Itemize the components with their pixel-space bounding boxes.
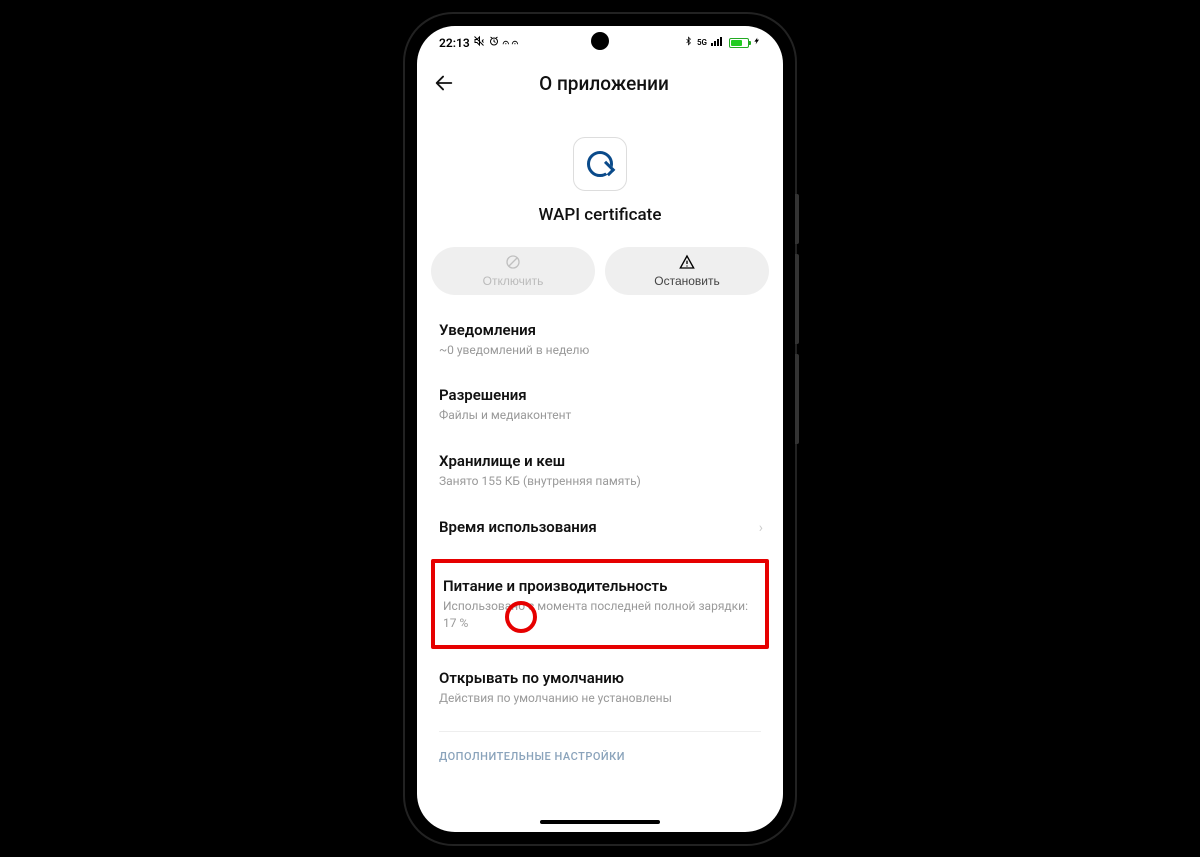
bars-icon [711,36,725,49]
item-title: Разрешения [439,386,761,404]
side-button [795,194,799,244]
item-storage[interactable]: Хранилище и кеш Занято 155 КБ (внутрення… [431,438,769,504]
status-right: 5G [684,35,761,50]
item-sub: Занято 155 КБ (внутренняя память) [439,473,761,490]
item-title: Хранилище и кеш [439,452,761,470]
stop-button[interactable]: Остановить [605,247,769,295]
disable-icon [505,254,521,273]
item-sub: Файлы и медиаконтент [439,407,761,424]
item-sub: ~0 уведомлений в неделю [439,342,761,359]
item-title: Время использования [439,518,761,536]
app-icon [573,137,627,191]
item-screen-time[interactable]: Время использования › [431,504,769,553]
warning-icon [679,254,695,273]
status-time: 22:13 [439,36,470,50]
header: О приложении [417,60,783,113]
vv-icon: 𝄐 [503,36,509,50]
action-row: Отключить Остановить [417,239,783,307]
stop-label: Остановить [654,274,720,288]
mute-icon [473,35,485,50]
item-open-by-default[interactable]: Открывать по умолчанию Действия по умолч… [431,655,769,721]
bt-icon [684,35,693,50]
item-sub: Действия по умолчанию не установлены [439,690,761,707]
annotation-highlight-box: Питание и производительность Использован… [431,559,769,650]
alarm-icon [488,35,500,50]
item-battery-performance[interactable]: Питание и производительность Использован… [435,563,765,646]
item-title: Уведомления [439,321,761,339]
signal-icon: 5G [697,38,707,47]
page-title: О приложении [483,72,725,95]
battery-icon [729,38,749,48]
side-button [795,254,799,344]
bolt-icon [753,35,761,50]
vv2-icon: 𝄐 [512,36,518,50]
side-button [795,354,799,444]
item-permissions[interactable]: Разрешения Файлы и медиаконтент [431,372,769,438]
settings-list: Уведомления ~0 уведомлений в неделю Разр… [417,307,783,832]
item-notifications[interactable]: Уведомления ~0 уведомлений в неделю [431,307,769,373]
disable-label: Отключить [483,274,544,288]
item-title: Открывать по умолчанию [439,669,761,687]
status-left: 22:13 𝄐 𝄐 [439,35,518,50]
disable-button: Отключить [431,247,595,295]
item-sub: Использовано с момента последней полной … [443,598,757,632]
phone-screen: 22:13 𝄐 𝄐 5G [417,26,783,832]
app-section: WAPI certificate [417,113,783,239]
app-name: WAPI certificate [539,205,662,225]
section-label-additional: ДОПОЛНИТЕЛЬНЫЕ НАСТРОЙКИ [431,732,769,771]
phone-frame: 22:13 𝄐 𝄐 5G [405,14,795,844]
item-title: Питание и производительность [443,577,757,595]
home-indicator[interactable] [540,820,660,824]
back-button[interactable] [433,72,455,94]
camera-notch [591,32,609,50]
chevron-right-icon: › [759,520,763,536]
